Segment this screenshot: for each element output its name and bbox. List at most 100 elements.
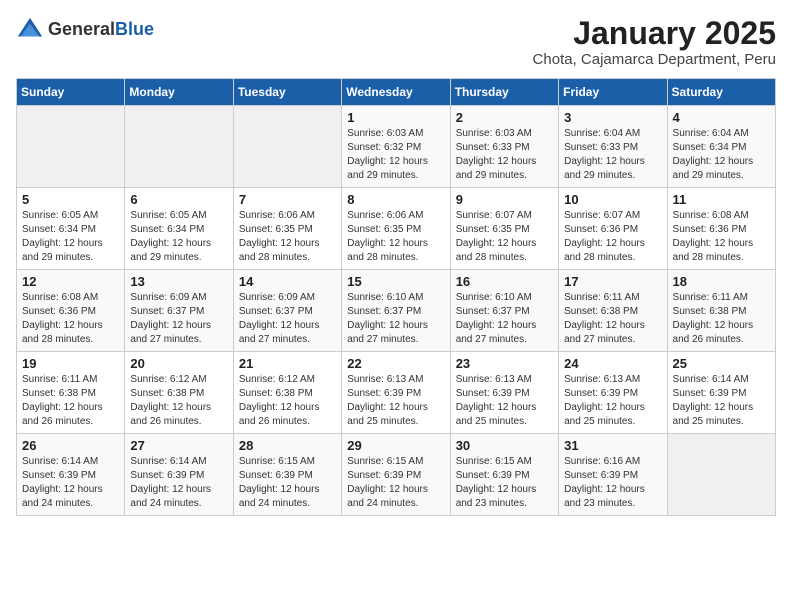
day-detail: Sunrise: 6:10 AM Sunset: 6:37 PM Dayligh… <box>456 291 553 347</box>
day-number: 2 <box>456 110 553 125</box>
day-detail: Sunrise: 6:03 AM Sunset: 6:33 PM Dayligh… <box>456 127 553 183</box>
day-number: 6 <box>130 192 227 207</box>
calendar-cell <box>125 106 233 188</box>
day-detail: Sunrise: 6:04 AM Sunset: 6:34 PM Dayligh… <box>673 127 770 183</box>
day-number: 28 <box>239 438 336 453</box>
day-number: 12 <box>22 274 119 289</box>
calendar-cell: 7 Sunrise: 6:06 AM Sunset: 6:35 PM Daylig… <box>233 188 341 270</box>
day-number: 1 <box>347 110 444 125</box>
day-detail: Sunrise: 6:13 AM Sunset: 6:39 PM Dayligh… <box>347 373 444 429</box>
calendar-week-3: 12 Sunrise: 6:08 AM Sunset: 6:36 PM Dayli… <box>17 270 776 352</box>
calendar-week-1: 1 Sunrise: 6:03 AM Sunset: 6:32 PM Daylig… <box>17 106 776 188</box>
weekday-header-monday: Monday <box>125 79 233 106</box>
day-detail: Sunrise: 6:07 AM Sunset: 6:36 PM Dayligh… <box>564 209 661 265</box>
calendar-cell: 25Sunrise: 6:14 AM Sunset: 6:39 PM Dayli… <box>667 352 775 434</box>
day-number: 15 <box>347 274 444 289</box>
day-detail: Sunrise: 6:13 AM Sunset: 6:39 PM Dayligh… <box>456 373 553 429</box>
day-number: 18 <box>673 274 770 289</box>
day-number: 30 <box>456 438 553 453</box>
calendar-cell: 2 Sunrise: 6:03 AM Sunset: 6:33 PM Daylig… <box>450 106 558 188</box>
calendar-cell: 29 Sunrise: 6:15 AM Sunset: 6:39 PM Dayli… <box>342 434 450 516</box>
day-detail: Sunrise: 6:06 AM Sunset: 6:35 PM Dayligh… <box>347 209 444 265</box>
calendar-week-2: 5 Sunrise: 6:05 AM Sunset: 6:34 PM Daylig… <box>17 188 776 270</box>
calendar-cell: 12 Sunrise: 6:08 AM Sunset: 6:36 PM Dayli… <box>17 270 125 352</box>
calendar-cell: 21 Sunrise: 6:12 AM Sunset: 6:38 PM Dayli… <box>233 352 341 434</box>
location-title: Chota, Cajamarca Department, Peru <box>533 51 776 68</box>
day-detail: Sunrise: 6:11 AM Sunset: 6:38 PM Dayligh… <box>673 291 770 347</box>
day-number: 22 <box>347 356 444 371</box>
day-number: 14 <box>239 274 336 289</box>
day-number: 16 <box>456 274 553 289</box>
day-detail: Sunrise: 6:12 AM Sunset: 6:38 PM Dayligh… <box>130 373 227 429</box>
day-detail: Sunrise: 6:04 AM Sunset: 6:33 PM Dayligh… <box>564 127 661 183</box>
day-number: 29 <box>347 438 444 453</box>
calendar-cell: 26Sunrise: 6:14 AM Sunset: 6:39 PM Dayli… <box>17 434 125 516</box>
logo-icon <box>16 16 44 44</box>
day-number: 17 <box>564 274 661 289</box>
calendar-cell: 23 Sunrise: 6:13 AM Sunset: 6:39 PM Dayli… <box>450 352 558 434</box>
day-number: 20 <box>130 356 227 371</box>
calendar-cell: 19 Sunrise: 6:11 AM Sunset: 6:38 PM Dayli… <box>17 352 125 434</box>
calendar-cell <box>667 434 775 516</box>
calendar-cell: 13 Sunrise: 6:09 AM Sunset: 6:37 PM Dayli… <box>125 270 233 352</box>
calendar-cell <box>17 106 125 188</box>
day-number: 10 <box>564 192 661 207</box>
day-detail: Sunrise: 6:08 AM Sunset: 6:36 PM Dayligh… <box>673 209 770 265</box>
day-number: 8 <box>347 192 444 207</box>
calendar-cell: 4 Sunrise: 6:04 AM Sunset: 6:34 PM Daylig… <box>667 106 775 188</box>
day-detail: Sunrise: 6:15 AM Sunset: 6:39 PM Dayligh… <box>347 455 444 511</box>
day-detail: Sunrise: 6:15 AM Sunset: 6:39 PM Dayligh… <box>239 455 336 511</box>
day-number: 23 <box>456 356 553 371</box>
day-detail: Sunrise: 6:08 AM Sunset: 6:36 PM Dayligh… <box>22 291 119 347</box>
day-detail: Sunrise: 6:11 AM Sunset: 6:38 PM Dayligh… <box>22 373 119 429</box>
calendar-cell: 20 Sunrise: 6:12 AM Sunset: 6:38 PM Dayli… <box>125 352 233 434</box>
calendar-cell: 9 Sunrise: 6:07 AM Sunset: 6:35 PM Daylig… <box>450 188 558 270</box>
calendar-cell: 27Sunrise: 6:14 AM Sunset: 6:39 PM Dayli… <box>125 434 233 516</box>
day-detail: Sunrise: 6:06 AM Sunset: 6:35 PM Dayligh… <box>239 209 336 265</box>
day-number: 25 <box>673 356 770 371</box>
calendar-cell <box>233 106 341 188</box>
month-title: January 2025 <box>533 16 776 51</box>
day-detail: Sunrise: 6:03 AM Sunset: 6:32 PM Dayligh… <box>347 127 444 183</box>
calendar-cell: 15 Sunrise: 6:10 AM Sunset: 6:37 PM Dayli… <box>342 270 450 352</box>
calendar-cell: 22 Sunrise: 6:13 AM Sunset: 6:39 PM Dayli… <box>342 352 450 434</box>
day-detail: Sunrise: 6:14 AM Sunset: 6:39 PM Dayligh… <box>130 455 227 511</box>
day-detail: Sunrise: 6:09 AM Sunset: 6:37 PM Dayligh… <box>130 291 227 347</box>
calendar-cell: 8 Sunrise: 6:06 AM Sunset: 6:35 PM Daylig… <box>342 188 450 270</box>
day-number: 24 <box>564 356 661 371</box>
logo: GeneralBlue <box>16 16 154 44</box>
calendar-cell: 16 Sunrise: 6:10 AM Sunset: 6:37 PM Dayli… <box>450 270 558 352</box>
calendar-cell: 30Sunrise: 6:15 AM Sunset: 6:39 PM Dayli… <box>450 434 558 516</box>
weekday-header-thursday: Thursday <box>450 79 558 106</box>
calendar-header-row: SundayMondayTuesdayWednesdayThursdayFrid… <box>17 79 776 106</box>
day-number: 3 <box>564 110 661 125</box>
day-number: 13 <box>130 274 227 289</box>
day-detail: Sunrise: 6:09 AM Sunset: 6:37 PM Dayligh… <box>239 291 336 347</box>
day-detail: Sunrise: 6:11 AM Sunset: 6:38 PM Dayligh… <box>564 291 661 347</box>
day-number: 19 <box>22 356 119 371</box>
day-number: 11 <box>673 192 770 207</box>
calendar-cell: 28 Sunrise: 6:15 AM Sunset: 6:39 PM Dayli… <box>233 434 341 516</box>
calendar-cell: 24Sunrise: 6:13 AM Sunset: 6:39 PM Dayli… <box>559 352 667 434</box>
calendar-week-5: 26Sunrise: 6:14 AM Sunset: 6:39 PM Dayli… <box>17 434 776 516</box>
day-number: 4 <box>673 110 770 125</box>
calendar-cell: 18 Sunrise: 6:11 AM Sunset: 6:38 PM Dayli… <box>667 270 775 352</box>
calendar-cell: 1 Sunrise: 6:03 AM Sunset: 6:32 PM Daylig… <box>342 106 450 188</box>
logo-general: GeneralBlue <box>48 20 154 40</box>
title-block: January 2025 Chota, Cajamarca Department… <box>533 16 776 68</box>
page-header: GeneralBlue January 2025 Chota, Cajamarc… <box>16 16 776 68</box>
day-number: 21 <box>239 356 336 371</box>
day-detail: Sunrise: 6:10 AM Sunset: 6:37 PM Dayligh… <box>347 291 444 347</box>
day-detail: Sunrise: 6:12 AM Sunset: 6:38 PM Dayligh… <box>239 373 336 429</box>
day-number: 7 <box>239 192 336 207</box>
calendar-cell: 3 Sunrise: 6:04 AM Sunset: 6:33 PM Daylig… <box>559 106 667 188</box>
calendar-cell: 11 Sunrise: 6:08 AM Sunset: 6:36 PM Dayli… <box>667 188 775 270</box>
weekday-header-friday: Friday <box>559 79 667 106</box>
day-number: 9 <box>456 192 553 207</box>
day-detail: Sunrise: 6:07 AM Sunset: 6:35 PM Dayligh… <box>456 209 553 265</box>
calendar-cell: 31Sunrise: 6:16 AM Sunset: 6:39 PM Dayli… <box>559 434 667 516</box>
day-number: 5 <box>22 192 119 207</box>
day-detail: Sunrise: 6:05 AM Sunset: 6:34 PM Dayligh… <box>22 209 119 265</box>
day-number: 31 <box>564 438 661 453</box>
calendar-cell: 14 Sunrise: 6:09 AM Sunset: 6:37 PM Dayli… <box>233 270 341 352</box>
